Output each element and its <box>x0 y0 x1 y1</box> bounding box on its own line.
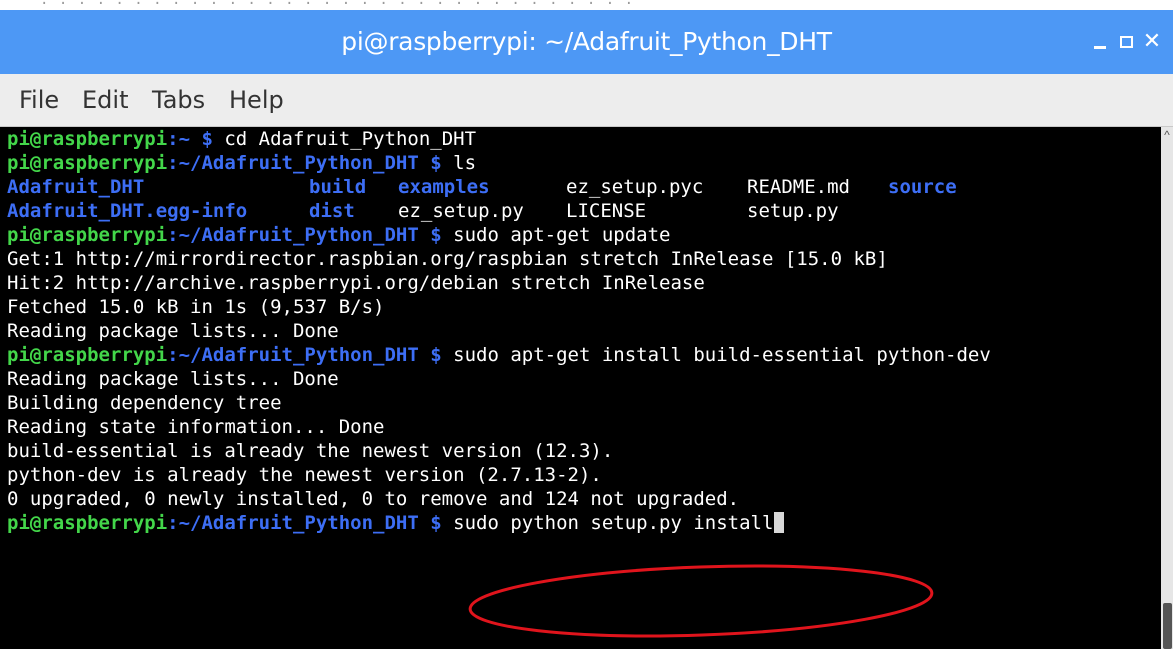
minimize-icon <box>1094 45 1106 49</box>
output-line: Building dependency tree <box>7 392 282 414</box>
ls-dir: dist <box>309 200 355 222</box>
prompt-user: pi@raspberrypi <box>7 152 168 174</box>
ls-entry: build <box>309 175 366 199</box>
menu-tabs[interactable]: Tabs <box>152 74 205 126</box>
close-icon: ✕ <box>1142 29 1162 54</box>
top-edge-strip: . . . . . . . . . . . . . . . . . . . . … <box>0 0 1173 10</box>
ls-entry: README.md <box>747 175 850 199</box>
ls-dir: Adafruit_DHT.egg-info <box>7 200 248 222</box>
menu-bar: File Edit Tabs Help <box>0 74 1173 127</box>
terminal-line: pi@raspberrypi:~/Adafruit_Python_DHT $ l… <box>7 151 476 175</box>
prompt-path: :~ $ <box>167 128 225 150</box>
ls-dir: source <box>888 176 957 198</box>
scroll-up-icon[interactable]: ^ <box>1161 129 1173 141</box>
ls-file: ez_setup.pyc <box>566 176 704 198</box>
text-cursor <box>774 512 785 533</box>
output-line: Get:1 http://mirrordirector.raspbian.org… <box>7 248 888 270</box>
output-line: Reading state information... Done <box>7 416 385 438</box>
command-text: ls <box>453 152 477 174</box>
command-text: sudo apt-get update <box>453 224 671 246</box>
ls-file: ez_setup.py <box>398 200 524 222</box>
terminal-output[interactable]: pi@raspberrypi:~ $ cd Adafruit_Python_DH… <box>0 127 1161 649</box>
terminal-line: pi@raspberrypi:~/Adafruit_Python_DHT $ s… <box>7 343 991 367</box>
ls-entry: examples <box>398 175 490 199</box>
ls-dir: build <box>309 176 367 198</box>
output-line: Fetched 15.0 kB in 1s (9,537 B/s) <box>7 296 385 318</box>
menu-file[interactable]: File <box>19 74 59 126</box>
ls-entry: dist <box>309 199 355 223</box>
ls-file: LICENSE <box>566 200 647 222</box>
ls-entry: LICENSE <box>566 199 646 223</box>
prompt-path: :~/Adafruit_Python_DHT $ <box>167 224 454 246</box>
window-title: pi@raspberrypi: ~/Adafruit_Python_DHT <box>341 27 832 56</box>
menu-help[interactable]: Help <box>229 74 284 126</box>
output-line: build-essential is already the newest ve… <box>7 440 614 462</box>
output-line: Hit:2 http://archive.raspberrypi.org/deb… <box>7 272 705 294</box>
ls-entry: setup.py <box>747 199 839 223</box>
cropped-text: . . . . . . . . . . . . . . . . . . . . … <box>40 0 635 8</box>
ls-file: README.md <box>747 176 850 198</box>
terminal-window: pi@raspberrypi: ~/Adafruit_Python_DHT ✕ … <box>0 10 1173 649</box>
terminal-line: pi@raspberrypi:~/Adafruit_Python_DHT $ s… <box>7 511 785 535</box>
close-button[interactable]: ✕ <box>1138 10 1166 74</box>
ls-entry: ez_setup.py <box>398 199 524 223</box>
prompt-user: pi@raspberrypi <box>7 512 168 534</box>
command-text: sudo apt-get install build-essential pyt… <box>453 344 991 366</box>
ls-dir: examples <box>398 176 490 198</box>
title-bar[interactable]: pi@raspberrypi: ~/Adafruit_Python_DHT ✕ <box>0 10 1173 74</box>
ls-entry: ez_setup.pyc <box>566 175 703 199</box>
ls-file: setup.py <box>747 200 839 222</box>
ls-dir: Adafruit_DHT <box>7 176 145 198</box>
prompt-user: pi@raspberrypi <box>7 344 168 366</box>
output-line: Reading package lists... Done <box>7 320 339 342</box>
terminal-line: pi@raspberrypi:~/Adafruit_Python_DHT $ s… <box>7 223 670 247</box>
maximize-icon <box>1119 36 1133 48</box>
prompt-path: :~/Adafruit_Python_DHT $ <box>167 344 454 366</box>
output-line: Reading package lists... Done <box>7 368 339 390</box>
ls-entry: Adafruit_DHT.egg-info <box>7 199 247 223</box>
prompt-path: :~/Adafruit_Python_DHT $ <box>167 152 454 174</box>
menu-edit[interactable]: Edit <box>82 74 128 126</box>
minimize-button[interactable] <box>1086 10 1114 74</box>
maximize-button[interactable] <box>1112 10 1140 74</box>
command-text: cd Adafruit_Python_DHT <box>224 128 477 150</box>
prompt-user: pi@raspberrypi <box>7 128 168 150</box>
prompt-user: pi@raspberrypi <box>7 224 168 246</box>
ls-entry: Adafruit_DHT <box>7 175 144 199</box>
output-line: python-dev is already the newest version… <box>7 464 602 486</box>
terminal-line: pi@raspberrypi:~ $ cd Adafruit_Python_DH… <box>7 127 476 151</box>
scroll-thumb[interactable] <box>1163 603 1172 649</box>
ls-entry: source <box>888 175 957 199</box>
vertical-scrollbar[interactable]: ^ <box>1161 127 1173 649</box>
prompt-path: :~/Adafruit_Python_DHT $ <box>167 512 454 534</box>
output-line: 0 upgraded, 0 newly installed, 0 to remo… <box>7 488 740 510</box>
command-text: sudo python setup.py install <box>453 512 774 534</box>
